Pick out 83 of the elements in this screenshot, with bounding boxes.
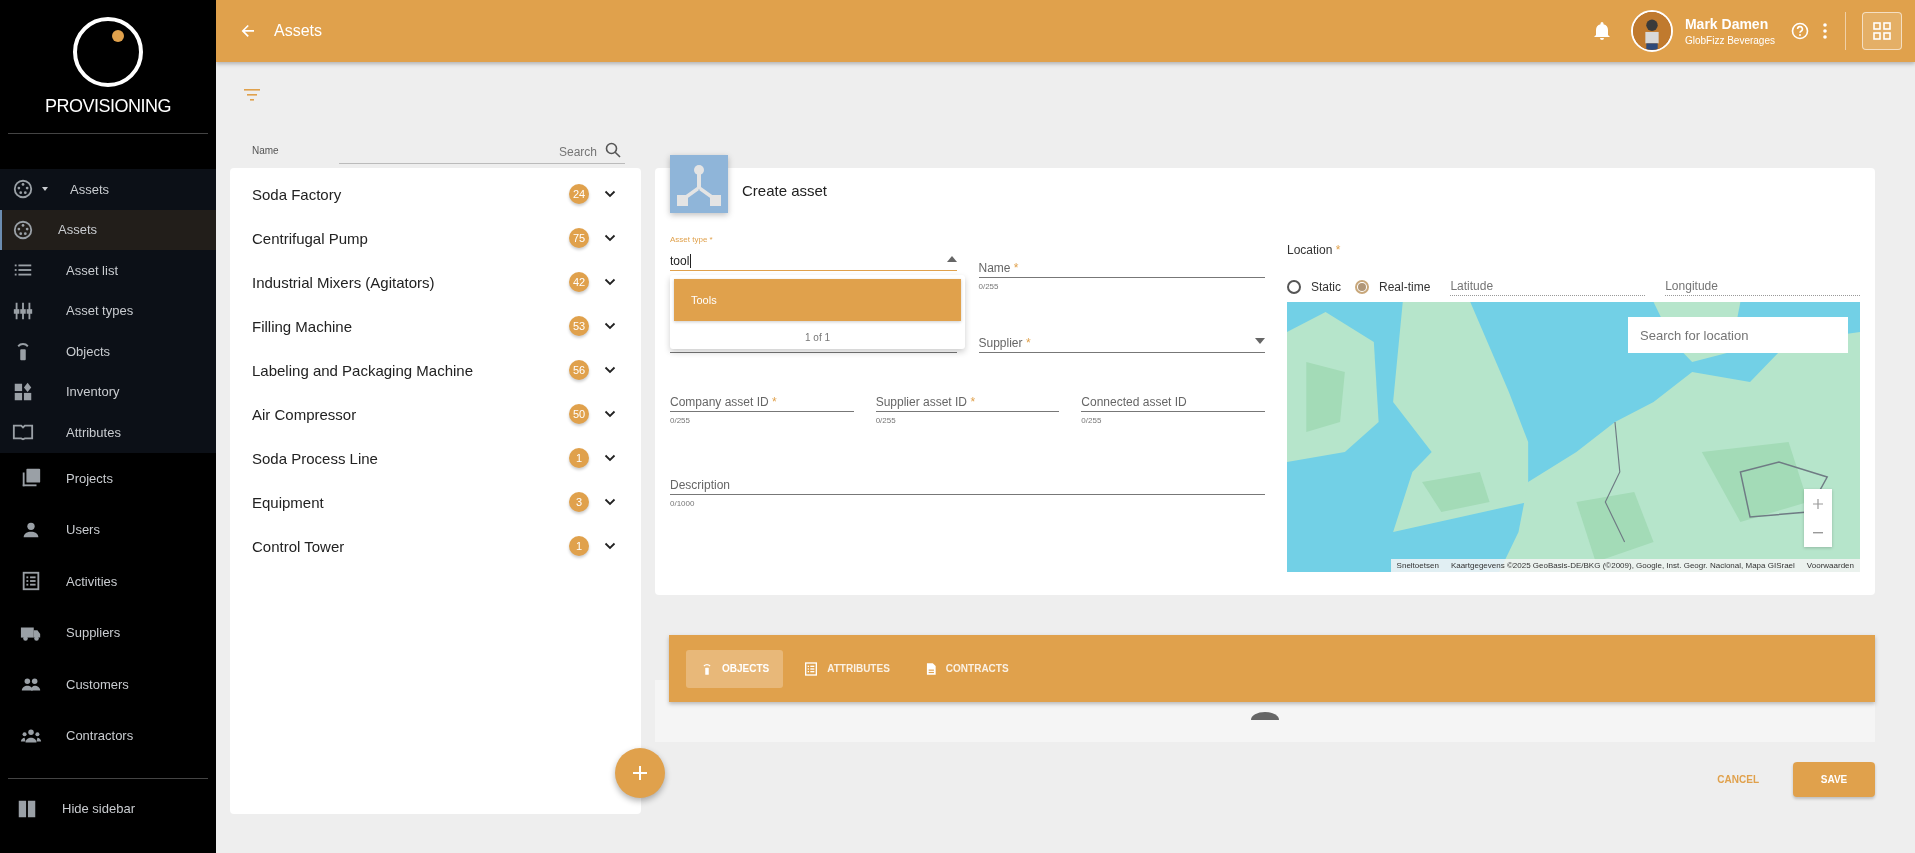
asset-name[interactable]: Labeling and Packaging Machine [252,361,569,379]
character-counter: 0/255 [670,416,692,426]
sidebar-item[interactable]: Attributes [0,412,216,453]
back-arrow-icon [240,23,256,39]
asset-name[interactable]: Centrifugal Pump [252,229,569,247]
map-attribution[interactable]: Sneltoetsen [1390,559,1445,572]
count-badge: 42 [569,272,589,292]
sidebar-item[interactable]: Projects [8,452,216,504]
app-title: PROVISIONING [45,96,171,117]
character-counter: 0/1000 [670,499,696,509]
company-name: GlobFizz Beverages [1684,35,1775,46]
supplier-field[interactable]: Supplier * [978,332,1265,353]
radio-option[interactable]: Real-time [1355,279,1431,294]
sidebar-item[interactable]: Suppliers [8,607,216,659]
form-title: Create asset [742,181,828,199]
user-name: Mark Damen [1684,16,1770,32]
count-badge: 53 [569,316,589,336]
asset-name[interactable]: Control Tower [252,537,569,555]
count-badge: 24 [569,184,589,204]
field-label: Name * [978,261,1019,275]
blocks-icon [12,380,34,403]
user-avatar[interactable] [1630,10,1673,52]
latitude-field[interactable]: Latitude [1450,277,1646,296]
result-count: 1 of 1 [804,332,831,343]
radio-option[interactable]: Static [1287,279,1341,294]
field-label: Supplier asset ID * [875,395,976,409]
dial-icon [12,218,34,241]
asset-icon [670,155,728,213]
asset-type-field[interactable]: tool [670,250,957,271]
asset-name[interactable]: Filling Machine [252,317,569,335]
sidebar-item[interactable]: Customers [8,658,216,710]
map-attribution[interactable]: Kaartgegevens ©2025 GeoBasis-DE/BKG (©2009), Google, Inst. Geogr. Nacional, Mapa GISrael [1444,559,1801,572]
filter-icon [242,88,262,102]
count-badge: 1 [569,448,589,468]
sidebar-item[interactable]: Users [8,504,216,556]
sidebar-group[interactable]: Assets [0,169,216,210]
sidebar-item[interactable]: Asset types [0,290,216,331]
map-attribution[interactable]: Voorwaarden [1800,559,1860,572]
sidebar-item[interactable]: Objects [0,331,216,372]
asset-name[interactable]: Air Compressor [252,405,569,423]
more-icon [1823,23,1827,39]
count-badge: 1 [569,536,589,556]
hide-sidebar-button[interactable]: Hide sidebar [8,788,208,829]
asset-name[interactable]: Soda Process Line [252,449,569,467]
help-icon [1791,22,1809,40]
dial-icon [12,178,34,201]
sidebar-item[interactable]: Assets [0,209,216,250]
page-title: Assets [274,22,323,40]
sidebar-item[interactable]: Asset list [0,250,216,291]
location-search-field[interactable]: Search for location [1628,317,1848,353]
sidebar-item[interactable]: Contractors [8,710,216,762]
character-counter: 0/255 [978,282,1000,292]
count-badge: 56 [569,360,589,380]
character-counter: 0/255 [1081,416,1103,426]
character-counter: 0/255 [875,416,897,426]
minus-icon [1813,531,1823,534]
caret-icon [1255,338,1265,344]
field-label: Location * [1287,243,1342,257]
field-label: Connected asset ID [1081,395,1187,409]
plus-icon [1813,498,1823,509]
logo-icon [72,16,144,88]
search-icon [605,142,621,158]
list-icon [20,570,42,593]
count-badge: 50 [569,404,589,424]
asset-name[interactable]: Industrial Mixers (Agitators) [252,273,569,291]
loading-spinner [1249,712,1281,720]
count-badge: 75 [569,228,589,248]
grid-icon [1873,22,1891,40]
field-label: Asset type * [670,235,714,244]
bell-icon [1592,21,1611,41]
sidebar-item[interactable]: Inventory [0,371,216,412]
longitude-field[interactable]: Longitude [1665,277,1860,296]
asset-name[interactable]: Equipment [252,493,569,511]
list-icon [803,660,820,677]
count-badge: 3 [569,492,589,512]
field-label: Company asset ID * [670,395,777,409]
column-header: Name [252,145,279,158]
plus-icon [632,765,648,781]
asset-name[interactable]: Soda Factory [252,185,569,203]
sidebar-item[interactable]: Activities [8,555,216,607]
search-field[interactable]: Search [338,145,625,164]
field-label: Description [670,478,731,492]
caret-icon [946,256,957,262]
